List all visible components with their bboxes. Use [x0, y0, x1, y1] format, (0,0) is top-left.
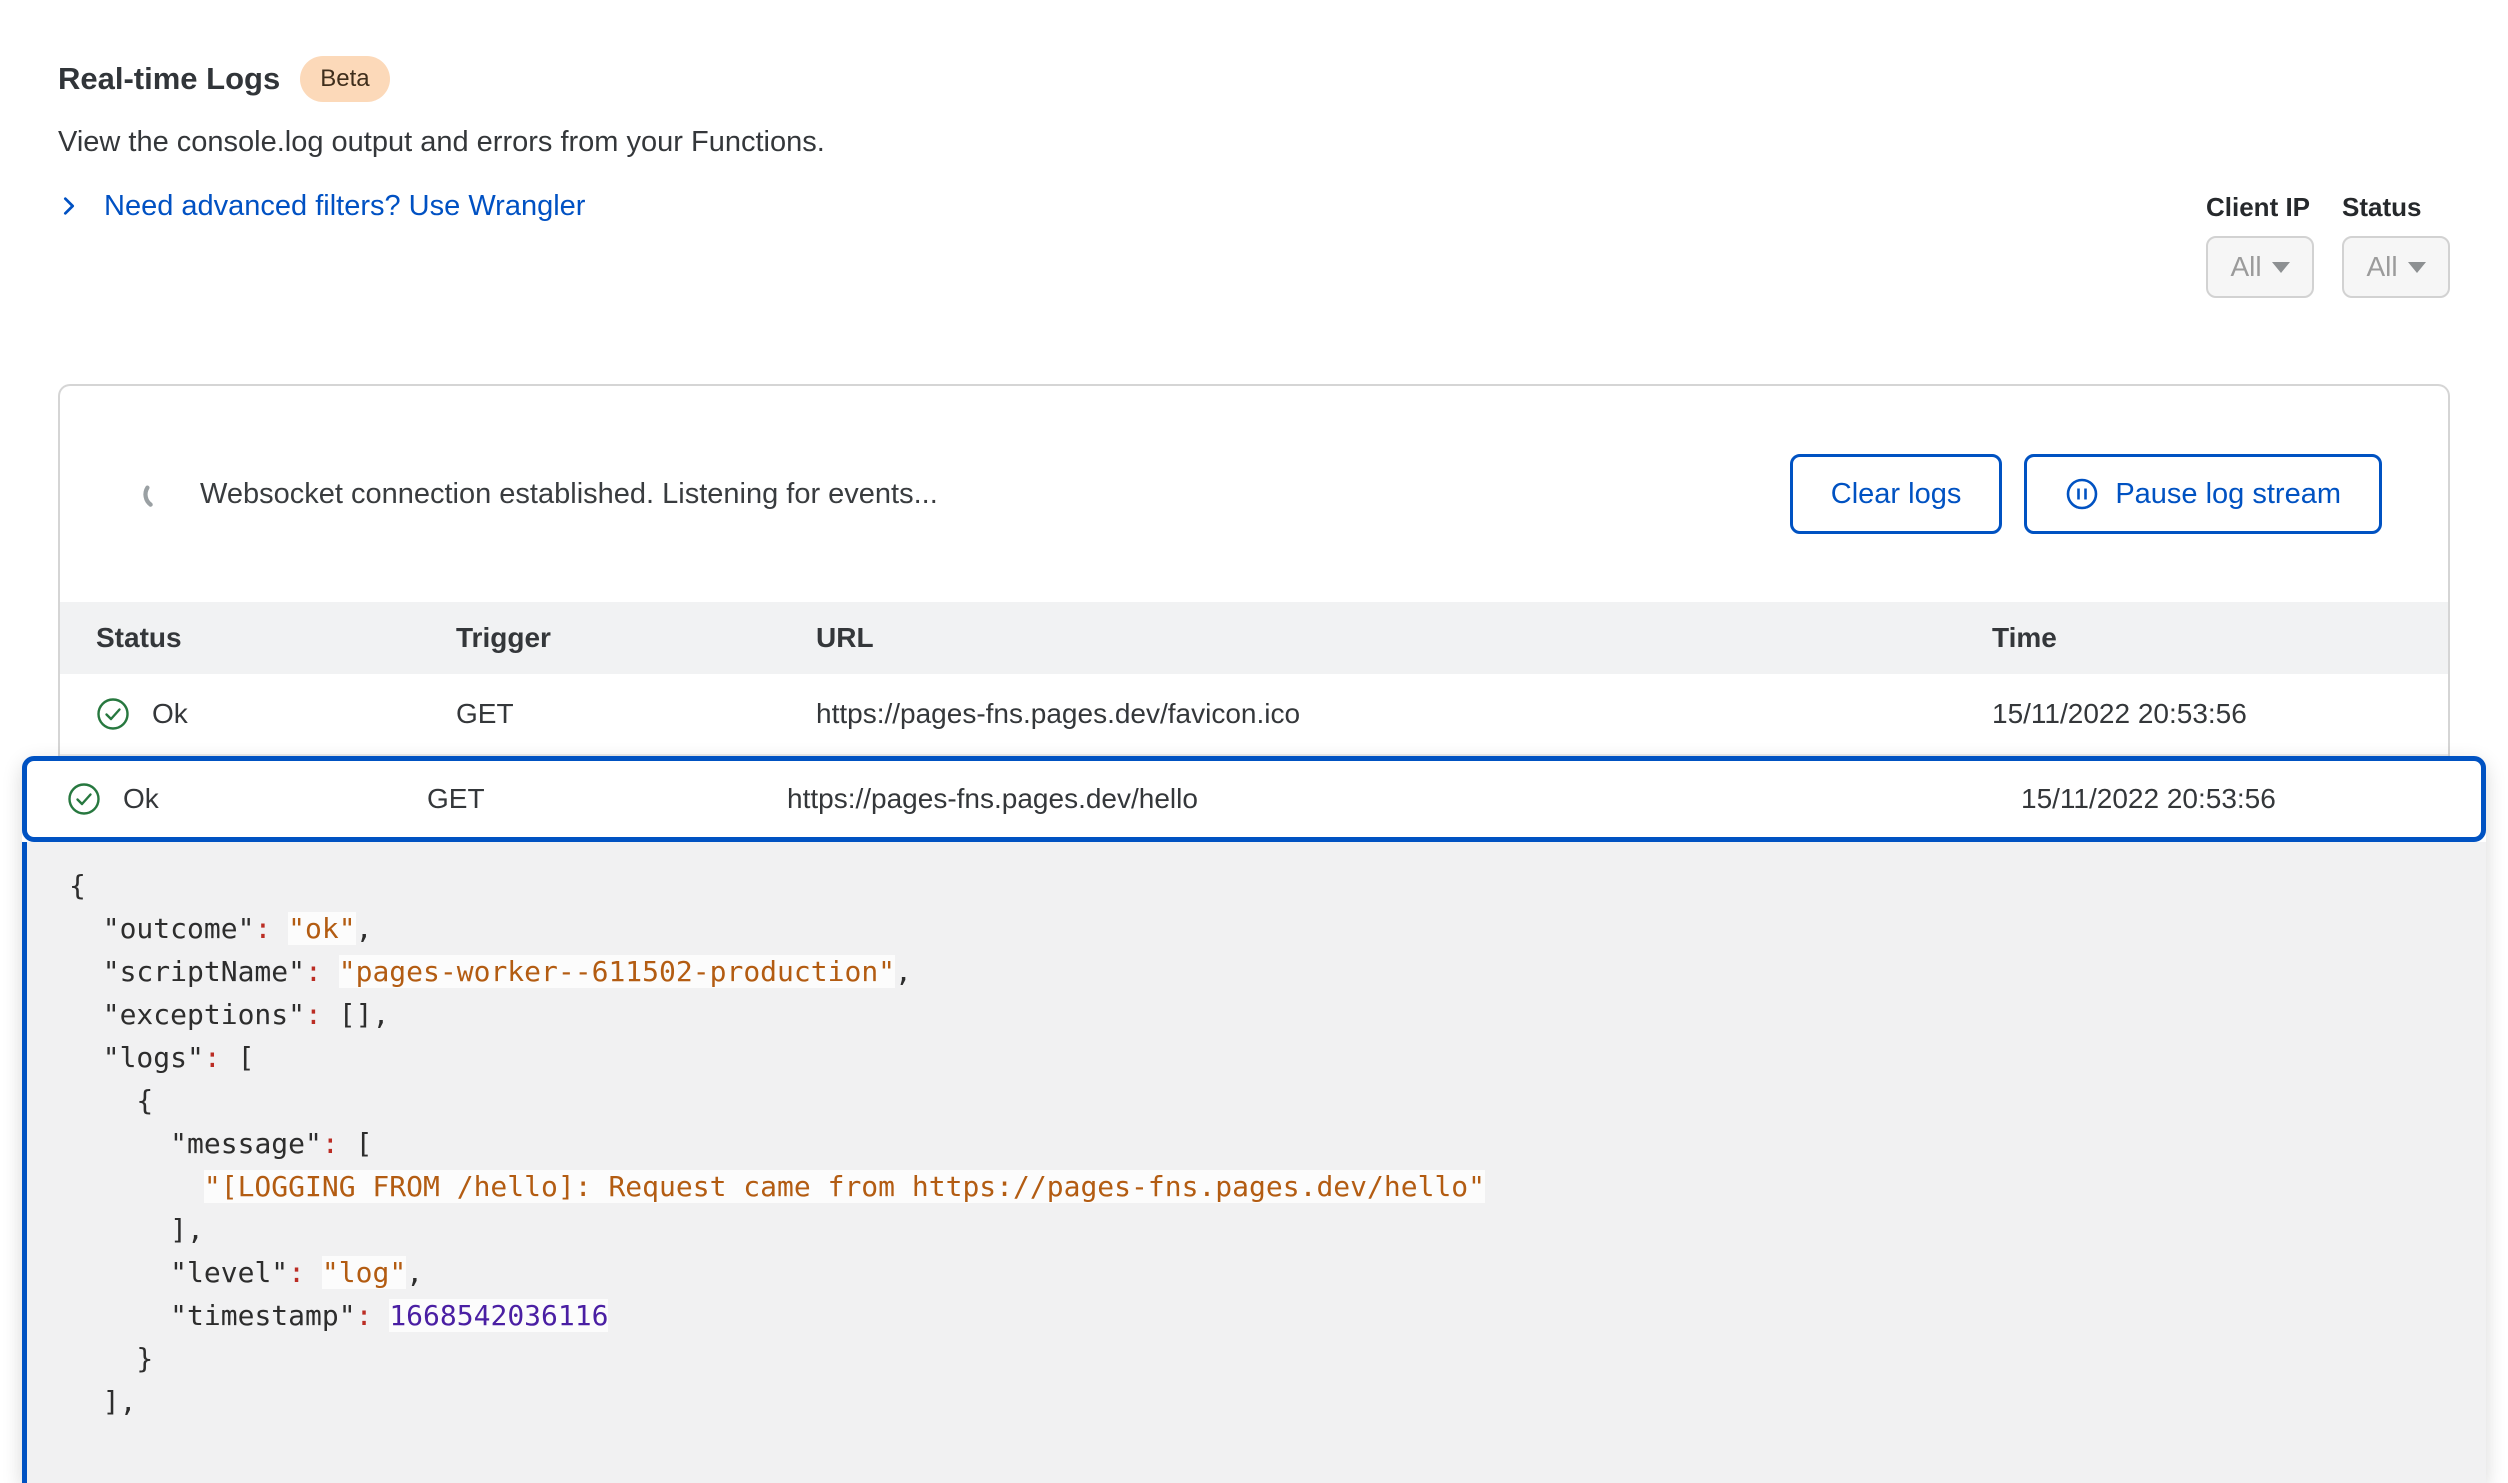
caret-down-icon — [2272, 262, 2290, 273]
trigger-cell: GET — [427, 783, 787, 815]
websocket-message: Websocket connection established. Listen… — [200, 478, 938, 511]
spinner-icon — [140, 477, 174, 511]
wrangler-link-row[interactable]: Need advanced filters? Use Wrangler — [58, 188, 2508, 224]
status-dropdown[interactable]: All — [2342, 236, 2450, 298]
clear-logs-label: Clear logs — [1831, 478, 1962, 511]
status-text: Ok — [152, 698, 188, 730]
status-text: Ok — [123, 783, 159, 815]
caret-down-icon — [2408, 262, 2426, 273]
wrangler-link[interactable]: Need advanced filters? Use Wrangler — [104, 188, 585, 224]
pause-icon — [2065, 477, 2099, 511]
log-json-code: { "outcome": "ok", "scriptName": "pages-… — [69, 864, 2446, 1423]
status-label: Status — [2342, 192, 2450, 222]
client-ip-label: Client IP — [2206, 192, 2314, 222]
time-cell: 15/11/2022 20:53:56 — [1992, 698, 2412, 730]
log-panel: Websocket connection established. Listen… — [58, 384, 2450, 756]
realtime-logs-page: Real-time Logs Beta View the console.log… — [0, 0, 2508, 1434]
check-circle-icon — [67, 782, 101, 816]
column-header-status: Status — [96, 622, 456, 654]
check-circle-icon — [96, 697, 130, 731]
log-row-hello-selected[interactable]: Ok GET https://pages-fns.pages.dev/hello… — [22, 756, 2486, 842]
status-cell: Ok — [96, 697, 456, 731]
log-entry-detail: { "outcome": "ok", "scriptName": "pages-… — [22, 842, 2486, 1483]
column-header-url: URL — [816, 622, 1992, 654]
clear-logs-button[interactable]: Clear logs — [1790, 454, 2003, 534]
page-title: Real-time Logs — [58, 57, 280, 101]
log-row-favicon[interactable]: Ok GET https://pages-fns.pages.dev/favic… — [60, 674, 2448, 756]
log-entry-expanded: Ok GET https://pages-fns.pages.dev/hello… — [22, 756, 2486, 1483]
url-cell: https://pages-fns.pages.dev/hello — [787, 783, 2021, 815]
beta-badge: Beta — [300, 56, 389, 102]
time-cell: 15/11/2022 20:53:56 — [2021, 783, 2441, 815]
log-actions: Clear logs Pause log stream — [1790, 454, 2382, 534]
log-table-header: Status Trigger URL Time — [60, 602, 2448, 674]
column-header-time: Time — [1992, 622, 2412, 654]
filters: Client IP All Status All — [2206, 192, 2450, 298]
column-header-trigger: Trigger — [456, 622, 816, 654]
client-ip-dropdown[interactable]: All — [2206, 236, 2314, 298]
client-ip-value: All — [2230, 251, 2261, 283]
chevron-right-icon — [58, 195, 80, 217]
pause-log-stream-button[interactable]: Pause log stream — [2024, 454, 2382, 534]
status-value: All — [2366, 251, 2397, 283]
page-header: Real-time Logs Beta — [58, 56, 2508, 102]
filter-client-ip: Client IP All — [2206, 192, 2314, 298]
filter-status: Status All — [2342, 192, 2450, 298]
trigger-cell: GET — [456, 698, 816, 730]
websocket-status-bar: Websocket connection established. Listen… — [60, 386, 2448, 602]
url-cell: https://pages-fns.pages.dev/favicon.ico — [816, 698, 1992, 730]
pause-log-stream-label: Pause log stream — [2115, 478, 2341, 511]
status-cell: Ok — [67, 782, 427, 816]
page-subtitle: View the console.log output and errors f… — [58, 124, 2508, 160]
